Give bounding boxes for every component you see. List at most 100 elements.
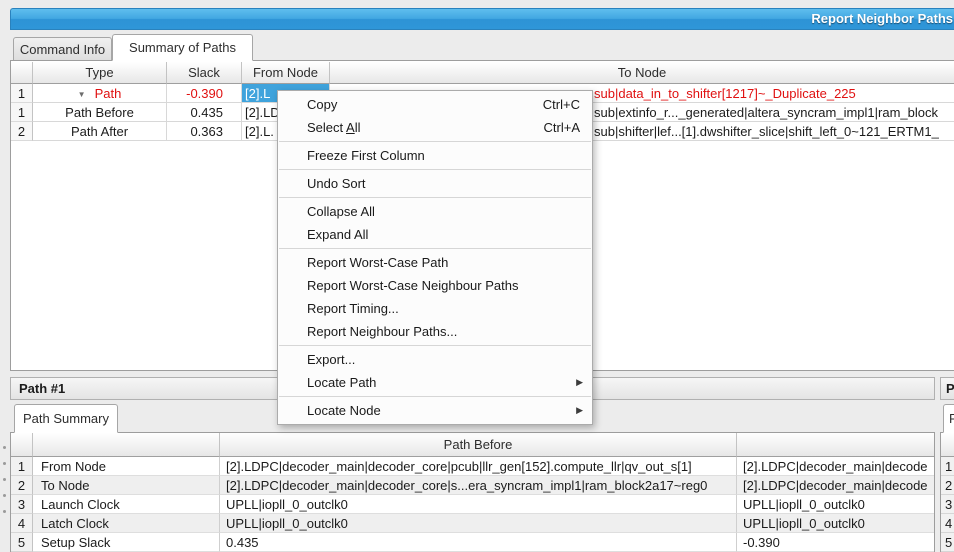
menu-item-label: Freeze First Column	[307, 148, 425, 163]
summary-header-type[interactable]: Type	[33, 62, 167, 84]
property-label-cell[interactable]: Setup Slack	[33, 533, 220, 552]
menu-shortcut: Ctrl+C	[543, 93, 580, 116]
row-number: 4	[941, 514, 954, 533]
row-number: 1	[941, 457, 954, 476]
menu-item-select-all[interactable]: Ctrl+A Select All	[278, 116, 592, 139]
path-before-value-cell[interactable]: UPLL|iopll_0_outclk0	[220, 495, 737, 514]
menu-item-collapse-all[interactable]: Collapse All	[278, 200, 592, 223]
type-cell[interactable]: Path After	[33, 122, 167, 141]
path-header-path-after[interactable]	[737, 433, 934, 457]
splitter-dot	[3, 494, 6, 497]
summary-header-from-node[interactable]: From Node	[242, 62, 330, 84]
menu-item-label: Collapse All	[307, 204, 375, 219]
menu-item-label: Select All	[307, 120, 360, 135]
menu-item-label: Locate Path	[307, 375, 376, 390]
menu-item-report-neighbour-paths[interactable]: Report Neighbour Paths...	[278, 320, 592, 343]
path-after-value-cell[interactable]: [2].LDPC|decoder_main|decode	[737, 476, 934, 495]
row-number: 1	[11, 103, 33, 122]
menu-item-report-worst-case-path[interactable]: Report Worst-Case Path	[278, 251, 592, 274]
splitter-dot	[3, 446, 6, 449]
menu-separator	[279, 248, 591, 249]
menu-item-undo-sort[interactable]: Undo Sort	[278, 172, 592, 195]
path2-header-rownum	[941, 433, 954, 457]
slack-cell[interactable]: -0.390	[167, 84, 242, 103]
path-after-value-cell[interactable]: -0.390	[737, 533, 934, 552]
submenu-arrow-icon: ▶	[576, 399, 583, 422]
menu-item-label: Report Worst-Case Path	[307, 255, 448, 270]
row-number: 4	[11, 514, 33, 533]
path-after-value-cell[interactable]: [2].LDPC|decoder_main|decode	[737, 457, 934, 476]
path-header-rownum	[11, 433, 33, 457]
path-before-value-cell[interactable]: UPLL|iopll_0_outclk0	[220, 514, 737, 533]
menu-item-expand-all[interactable]: Expand All	[278, 223, 592, 246]
context-menu: Ctrl+C Copy Ctrl+A Select All Freeze First C…	[277, 90, 593, 425]
submenu-arrow-icon: ▶	[576, 371, 583, 394]
property-label-cell[interactable]: Launch Clock	[33, 495, 220, 514]
menu-item-locate-node[interactable]: ▶ Locate Node	[278, 399, 592, 422]
menu-item-report-timing[interactable]: Report Timing...	[278, 297, 592, 320]
to-node-label: sub|shifter|lef...[1].dwshifter_slice|sh…	[594, 122, 939, 141]
splitter-dot	[3, 478, 6, 481]
menu-separator	[279, 141, 591, 142]
menu-item-copy[interactable]: Ctrl+C Copy	[278, 93, 592, 116]
menu-item-report-worst-case-neighbour-paths[interactable]: Report Worst-Case Neighbour Paths	[278, 274, 592, 297]
menu-item-label: Copy	[307, 97, 337, 112]
path-before-value-cell[interactable]: 0.435	[220, 533, 737, 552]
menu-item-label: Locate Node	[307, 403, 381, 418]
to-node-label: sub|data_in_to_shifter[1217]~_Duplicate_…	[594, 84, 856, 103]
type-label: Path	[95, 86, 122, 101]
summary-header-to-node[interactable]: To Node	[330, 62, 954, 84]
menu-separator	[279, 345, 591, 346]
menu-item-freeze-first-column[interactable]: Freeze First Column	[278, 144, 592, 167]
property-label-cell[interactable]: To Node	[33, 476, 220, 495]
menu-item-label: Report Timing...	[307, 301, 399, 316]
menu-separator	[279, 169, 591, 170]
path2-title: Pa	[946, 381, 954, 396]
window-title: Report Neighbor Paths	[811, 11, 953, 26]
property-label-cell[interactable]: From Node	[33, 457, 220, 476]
splitter-dot	[3, 510, 6, 513]
row-number: 3	[11, 495, 33, 514]
window-titlebar[interactable]: Report Neighbor Paths	[10, 8, 954, 30]
row-number: 5	[11, 533, 33, 552]
menu-item-label: Report Worst-Case Neighbour Paths	[307, 278, 518, 293]
path-after-value-cell[interactable]: UPLL|iopll_0_outclk0	[737, 514, 934, 533]
row-number: 2	[11, 122, 33, 141]
expander-icon[interactable]: ▼	[78, 85, 86, 103]
menu-item-label: Expand All	[307, 227, 368, 242]
tab-path2-summary[interactable]: P	[943, 404, 954, 433]
menu-item-export[interactable]: Export...	[278, 348, 592, 371]
type-cell[interactable]: ▼ Path	[33, 84, 167, 103]
row-number: 5	[941, 533, 954, 552]
row-number: 2	[941, 476, 954, 495]
to-node-label: sub|extinfo_r..._generated|altera_syncra…	[594, 103, 938, 122]
type-cell[interactable]: Path Before	[33, 103, 167, 122]
row-number: 3	[941, 495, 954, 514]
row-number: 2	[11, 476, 33, 495]
path-before-value-cell[interactable]: [2].LDPC|decoder_main|decoder_core|pcub|…	[220, 457, 737, 476]
tab-path-summary[interactable]: Path Summary	[14, 404, 118, 433]
type-label: Path Before	[65, 105, 134, 120]
path2-header-bar: Pa	[940, 377, 954, 400]
path-after-value-cell[interactable]: UPLL|iopll_0_outclk0	[737, 495, 934, 514]
menu-item-label: Report Neighbour Paths...	[307, 324, 457, 339]
path1-title: Path #1	[19, 381, 65, 396]
tab-summary-of-paths[interactable]: Summary of Paths	[112, 34, 253, 61]
slack-cell[interactable]: 0.363	[167, 122, 242, 141]
path-header-property	[33, 433, 220, 457]
splitter-dot	[3, 462, 6, 465]
menu-shortcut: Ctrl+A	[544, 116, 580, 139]
slack-cell[interactable]: 0.435	[167, 103, 242, 122]
menu-separator	[279, 197, 591, 198]
summary-header-rownum	[11, 62, 33, 84]
menu-item-label: Undo Sort	[307, 176, 366, 191]
type-label: Path After	[71, 124, 128, 139]
summary-header-slack[interactable]: Slack	[167, 62, 242, 84]
path-before-value-cell[interactable]: [2].LDPC|decoder_main|decoder_core|s...e…	[220, 476, 737, 495]
row-number: 1	[11, 84, 33, 103]
property-label-cell[interactable]: Latch Clock	[33, 514, 220, 533]
menu-item-locate-path[interactable]: ▶ Locate Path	[278, 371, 592, 394]
menu-item-label: Export...	[307, 352, 355, 367]
tab-command-info[interactable]: Command Info	[13, 37, 112, 61]
path-header-path-before[interactable]: Path Before	[220, 433, 737, 457]
